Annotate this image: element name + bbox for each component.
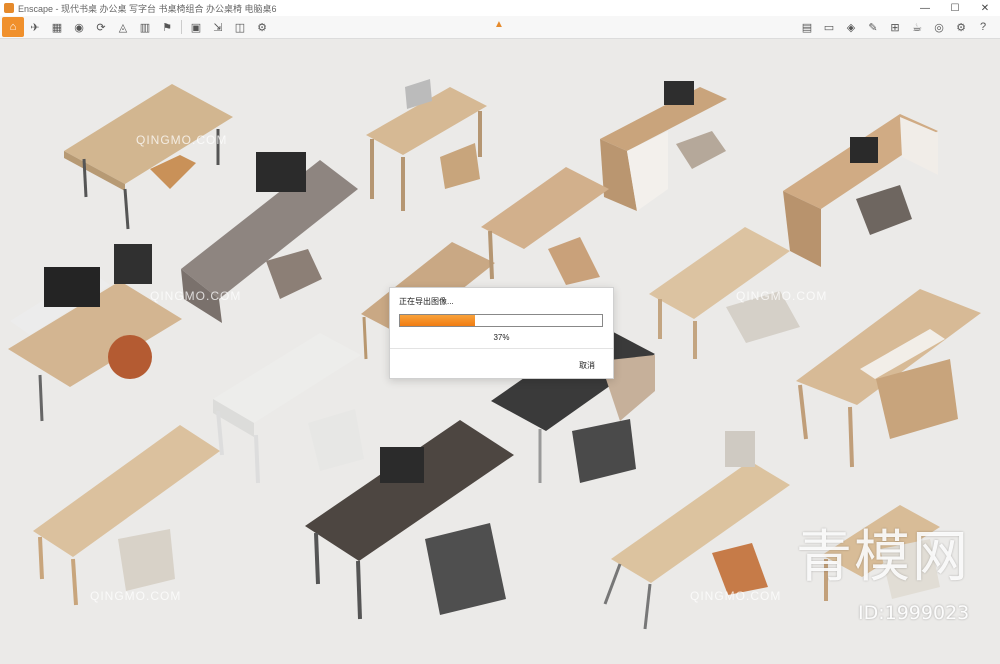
building-icon[interactable]: ▥: [134, 17, 156, 37]
cancel-button[interactable]: 取消: [579, 360, 595, 371]
settings-icon[interactable]: ⚙: [251, 17, 273, 37]
chevron-up-icon[interactable]: ▲: [494, 19, 504, 30]
walk-icon[interactable]: ✈: [24, 17, 46, 37]
desk-grey-monitor: [181, 152, 358, 323]
grid-icon[interactable]: ⊞: [884, 17, 906, 37]
home-icon[interactable]: ⌂: [2, 17, 24, 37]
views-icon[interactable]: ▤: [796, 17, 818, 37]
desk-white-monitor: [8, 244, 182, 422]
asset-icon[interactable]: ◬: [112, 17, 134, 37]
toolbar-divider: [181, 20, 182, 34]
video-icon[interactable]: ◉: [68, 17, 90, 37]
export-progress-dialog: 正在导出图像... 37% 取消: [389, 287, 614, 379]
desk-wood-bottom-left: [33, 425, 220, 606]
desk-calligraphy: [796, 289, 981, 468]
window-controls: — ☐ ✕: [910, 0, 1000, 16]
desk-cabinet-1: [600, 81, 727, 211]
title-bar: Enscape - 现代书桌 办公桌 写字台 书桌椅组合 办公桌椅 电脑桌6 —…: [0, 0, 1000, 17]
desk-white-drawers: [213, 333, 364, 484]
id-watermark: ID:1999023: [858, 602, 970, 624]
progress-percent: 37%: [493, 333, 510, 342]
bim-icon[interactable]: ▦: [46, 17, 68, 37]
monitor-icon[interactable]: ▭: [818, 17, 840, 37]
maximize-button[interactable]: ☐: [940, 0, 970, 16]
help-icon[interactable]: ?: [972, 17, 994, 37]
desk-cabinet-2: [783, 114, 938, 267]
render-icon[interactable]: ▣: [185, 17, 207, 37]
desk-small-wood: [366, 79, 487, 211]
progress-bar-fill: [400, 315, 475, 326]
sync-icon[interactable]: ⟳: [90, 17, 112, 37]
flag-icon[interactable]: ⚑: [156, 17, 178, 37]
gear-icon[interactable]: ⚙: [950, 17, 972, 37]
dialog-title: 正在导出图像...: [399, 297, 454, 306]
toolbar-right-group: ▤ ▭ ◈ ✎ ⊞ ☕ ◎ ⚙ ?: [796, 16, 994, 38]
window-title: Enscape - 现代书桌 办公桌 写字台 书桌椅组合 办公桌椅 电脑桌6: [18, 3, 277, 14]
panorama-icon[interactable]: ◫: [229, 17, 251, 37]
brand-watermark: 青模网: [796, 525, 970, 590]
enscape-logo-icon: [4, 3, 14, 13]
cube-icon[interactable]: ◈: [840, 17, 862, 37]
library-icon[interactable]: ✎: [862, 17, 884, 37]
minimize-button[interactable]: —: [910, 0, 940, 16]
toolbar: ⌂ ✈ ▦ ◉ ⟳ ◬ ▥ ⚑ ▣ ⇲ ◫ ⚙ ▲ ▤ ▭ ◈ ✎ ⊞ ☕ ◎ …: [0, 16, 1000, 39]
cup-icon[interactable]: ☕: [906, 17, 928, 37]
close-button[interactable]: ✕: [970, 0, 1000, 16]
export-icon[interactable]: ⇲: [207, 17, 229, 37]
progress-bar: [399, 314, 603, 327]
dialog-divider: [390, 348, 613, 349]
desk-light-wood-1: [64, 84, 233, 230]
desk-light-tray: [649, 227, 800, 359]
desk-tray: [481, 167, 609, 285]
eye-icon[interactable]: ◎: [928, 17, 950, 37]
